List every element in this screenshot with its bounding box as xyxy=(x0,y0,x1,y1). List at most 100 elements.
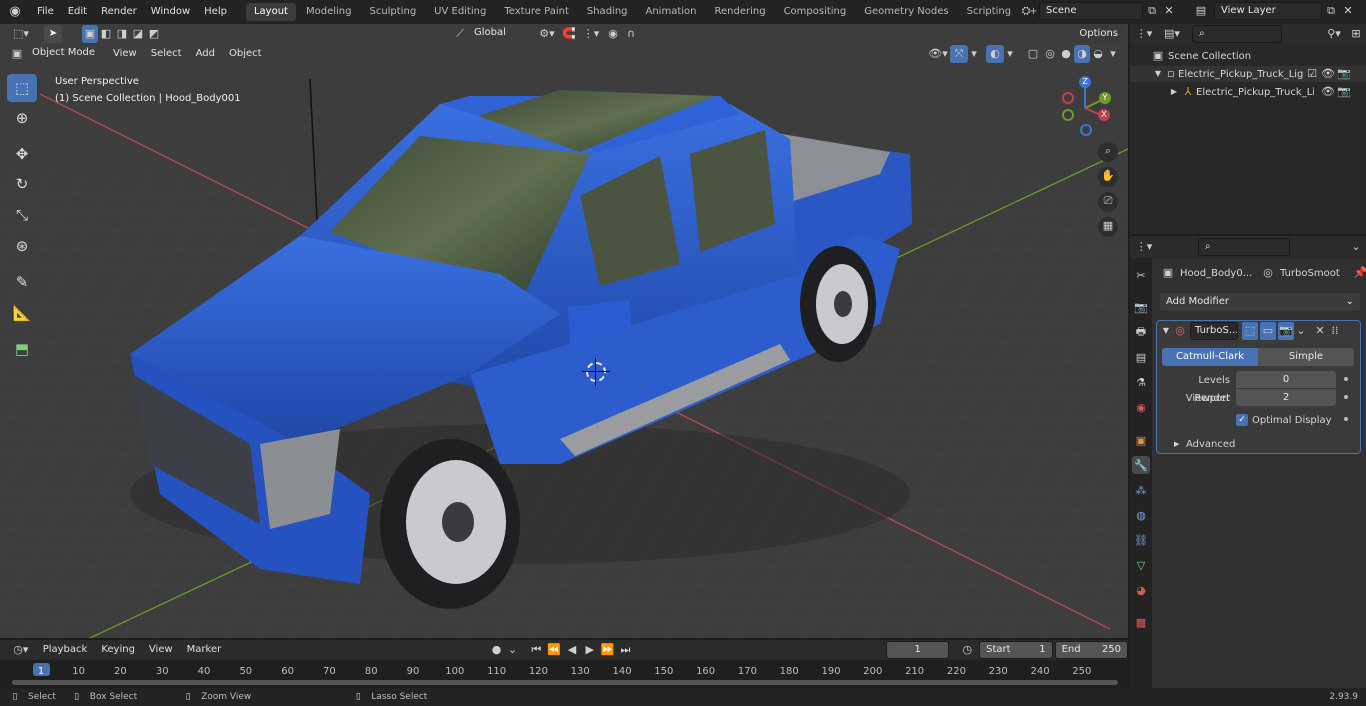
cursor-tool-icon[interactable]: ⊕ xyxy=(7,104,37,132)
perspective-grid-icon[interactable]: ▦ xyxy=(1098,217,1118,237)
gizmo-y-icon[interactable]: Y xyxy=(1099,92,1111,104)
add-cube-tool-icon[interactable]: ⬒ xyxy=(7,335,37,363)
viewport-menu-select[interactable]: Select xyxy=(144,42,189,66)
world-properties-icon[interactable]: ◉ xyxy=(1132,398,1150,416)
particles-properties-icon[interactable]: ⁂ xyxy=(1132,481,1150,499)
optimal-display-checkbox[interactable]: ✓ Optimal Display xyxy=(1236,412,1332,428)
editor-type-icon[interactable]: ⬚▾ xyxy=(4,25,38,43)
tab-layout[interactable]: Layout xyxy=(245,3,296,21)
close-icon[interactable]: ✕ xyxy=(1340,2,1356,20)
jump-start-icon[interactable]: ⏮ xyxy=(527,641,545,659)
chevron-down-icon[interactable]: ⌄ xyxy=(1346,238,1366,256)
solid-shading-icon[interactable]: ● xyxy=(1058,45,1074,63)
modifier-properties-icon[interactable]: 🔧 xyxy=(1132,456,1150,474)
rendered-shading-icon[interactable]: ◒ xyxy=(1090,45,1106,63)
physics-properties-icon[interactable]: ◍ xyxy=(1132,506,1150,524)
tab-sculpting[interactable]: Sculpting xyxy=(361,3,424,21)
outliner-search-input[interactable]: ⌕ xyxy=(1192,25,1282,43)
gizmo-neg-y-icon[interactable] xyxy=(1062,109,1074,121)
filter-icon[interactable]: ⚲▾ xyxy=(1322,25,1346,43)
menu-render[interactable]: Render xyxy=(94,0,144,24)
options-dropdown[interactable]: Options xyxy=(1073,25,1124,43)
tab-compositing[interactable]: Compositing xyxy=(776,3,855,21)
overlay-toggle-icon[interactable]: ◐ xyxy=(986,45,1004,63)
viewport-menu-add[interactable]: Add xyxy=(189,42,222,66)
selection-mode-new-icon[interactable]: ▣ xyxy=(82,25,98,43)
truck-model[interactable] xyxy=(130,90,912,609)
viewport-menu-object[interactable]: Object xyxy=(222,42,269,66)
gizmo-dropdown-icon[interactable]: ▾ xyxy=(968,45,980,63)
pivot-icon[interactable]: ⚙▾ xyxy=(534,25,560,43)
menu-help[interactable]: Help xyxy=(197,0,234,24)
move-tool-icon[interactable]: ✥ xyxy=(7,140,37,168)
tab-modeling[interactable]: Modeling xyxy=(298,3,360,21)
play-icon[interactable]: ▶ xyxy=(581,641,599,659)
navigation-gizmo[interactable]: Z Y X xyxy=(1055,74,1115,138)
falloff-icon[interactable]: ∩ xyxy=(622,25,640,43)
display-mode-icon[interactable]: ▤▾ xyxy=(1158,25,1186,43)
modifier-name-field[interactable]: TurboS... xyxy=(1190,322,1238,340)
object-mode-dropdown[interactable]: Object Mode xyxy=(26,45,106,63)
shading-dropdown-icon[interactable]: ▾ xyxy=(1106,45,1120,63)
catmull-clark-button[interactable]: Catmull-Clark xyxy=(1162,348,1258,366)
tab-animation[interactable]: Animation xyxy=(638,3,705,21)
snap-icon[interactable]: 🧲 xyxy=(560,25,578,43)
editor-type-icon[interactable]: ⋮▾ xyxy=(1130,238,1158,256)
select-tool-icon[interactable]: ➤ xyxy=(44,25,62,43)
simple-button[interactable]: Simple xyxy=(1258,348,1354,366)
snap-target-icon[interactable]: ⋮▾ xyxy=(578,25,604,43)
pin-icon[interactable]: 📌 xyxy=(1352,264,1366,282)
3d-cursor[interactable] xyxy=(586,362,606,382)
current-frame-field[interactable]: 1 xyxy=(885,641,950,659)
chevron-down-icon[interactable]: ⌄ xyxy=(1294,322,1308,340)
properties-search-input[interactable]: ⌕ xyxy=(1198,238,1290,256)
object-properties-icon[interactable]: ▣ xyxy=(1132,431,1150,449)
prev-keyframe-icon[interactable]: ⏪ xyxy=(545,641,563,659)
scale-tool-icon[interactable]: ⤡ xyxy=(7,201,37,229)
view-layer-properties-icon[interactable]: ▤ xyxy=(1132,348,1150,366)
start-frame-field[interactable]: Start 1 xyxy=(979,641,1053,659)
camera-icon[interactable]: 📷 xyxy=(1336,65,1352,83)
advanced-subpanel[interactable]: ▶ Advanced xyxy=(1174,437,1235,451)
annotate-tool-icon[interactable]: ✎ xyxy=(7,268,37,296)
transform-tool-icon[interactable]: ⊛ xyxy=(7,232,37,260)
play-reverse-icon[interactable]: ◀ xyxy=(563,641,581,659)
checkbox-icon[interactable]: ✓ xyxy=(1236,414,1248,426)
rotate-tool-icon[interactable]: ↻ xyxy=(7,170,37,198)
selection-mode-invert-icon[interactable]: ◪ xyxy=(130,25,146,43)
close-icon[interactable]: ✕ xyxy=(1161,2,1177,20)
selection-mode-extend-icon[interactable]: ◧ xyxy=(98,25,114,43)
keyframe-dot-icon[interactable] xyxy=(1344,417,1348,421)
end-frame-field[interactable]: End 250 xyxy=(1054,641,1128,659)
gizmo-toggle-icon[interactable]: ⤧ xyxy=(950,45,968,63)
view-layer-selector[interactable]: ▤ View Layer ⧉ ✕ xyxy=(1188,2,1356,20)
tool-properties-icon[interactable]: ✂ xyxy=(1132,266,1150,284)
eye-icon[interactable]: 👁 xyxy=(1320,83,1336,101)
scene-name-field[interactable]: Scene xyxy=(1039,2,1143,20)
expand-arrow-icon[interactable]: ▶ xyxy=(1168,83,1180,101)
timeline-menu-keying[interactable]: Keying xyxy=(94,638,142,662)
material-properties-icon[interactable]: ◕ xyxy=(1132,581,1150,599)
selection-mode-intersect-icon[interactable]: ◩ xyxy=(146,25,162,43)
viewport-toggle-icon[interactable]: ▭ xyxy=(1260,322,1276,340)
editor-type-icon[interactable]: ⋮▾ xyxy=(1130,25,1158,43)
scene-selector[interactable]: ⛭ Scene ⧉ ✕ xyxy=(1013,2,1177,20)
levels-viewport-field[interactable]: 0 xyxy=(1236,371,1336,388)
tab-shading[interactable]: Shading xyxy=(579,3,636,21)
tab-scripting[interactable]: Scripting xyxy=(959,3,1019,21)
close-icon[interactable]: ✕ xyxy=(1312,322,1328,340)
next-keyframe-icon[interactable]: ⏩ xyxy=(599,641,617,659)
zoom-icon[interactable]: ⌕ xyxy=(1098,142,1118,162)
view-layer-name-field[interactable]: View Layer xyxy=(1214,2,1322,20)
output-properties-icon[interactable]: 🖶 xyxy=(1132,323,1150,341)
tab-uv-editing[interactable]: UV Editing xyxy=(426,3,494,21)
material-shading-icon[interactable]: ◑ xyxy=(1074,45,1090,63)
visibility-icon[interactable]: 👁▾ xyxy=(926,45,950,63)
transform-orientation-dropdown[interactable]: Global xyxy=(468,25,534,43)
tab-texture-paint[interactable]: Texture Paint xyxy=(496,3,577,21)
gizmo-z-icon[interactable]: Z xyxy=(1079,76,1091,88)
menu-file[interactable]: File xyxy=(30,0,61,24)
preview-range-icon[interactable]: ◷ xyxy=(955,641,979,659)
eye-icon[interactable]: 👁 xyxy=(1320,65,1336,83)
proportional-edit-icon[interactable]: ◉ xyxy=(604,25,622,43)
